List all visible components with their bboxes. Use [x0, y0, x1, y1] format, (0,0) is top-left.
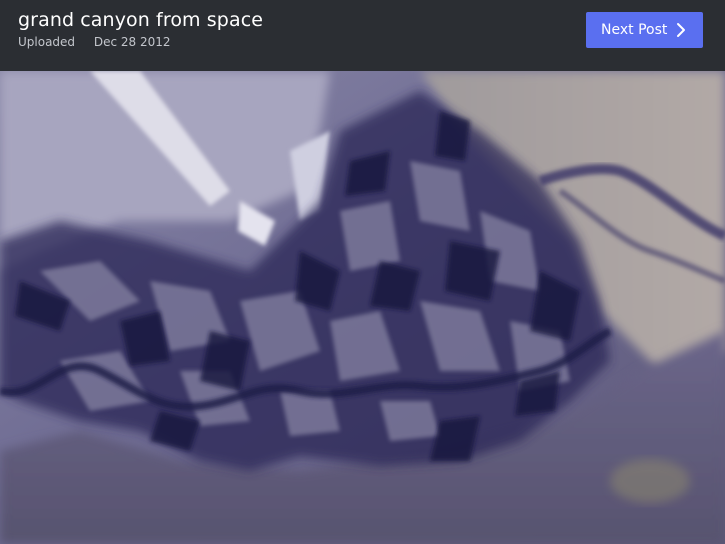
post-image	[0, 71, 725, 544]
next-post-button[interactable]: Next Post	[586, 12, 703, 48]
post-header: grand canyon from space Uploaded Dec 28 …	[0, 0, 725, 71]
upload-date: Dec 28 2012	[93, 35, 171, 49]
satellite-photo	[0, 71, 725, 544]
next-post-label: Next Post	[601, 22, 668, 38]
chevron-right-icon	[677, 23, 685, 37]
post-meta: Uploaded Dec 28 2012	[18, 35, 171, 49]
post-title: grand canyon from space	[18, 9, 264, 31]
uploaded-label: Uploaded	[18, 35, 76, 49]
